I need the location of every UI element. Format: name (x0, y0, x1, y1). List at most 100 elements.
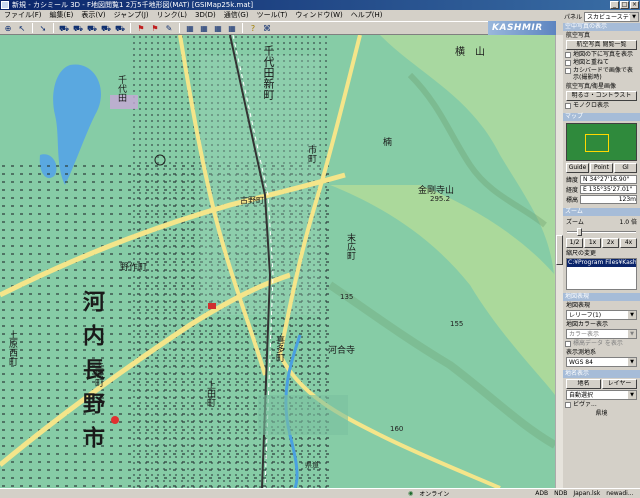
auto-select[interactable]: 自動選択 (566, 390, 637, 400)
map-scrollbar[interactable] (555, 35, 563, 488)
car-icon[interactable]: ⛟ (114, 23, 126, 34)
status-item: ADB (535, 490, 549, 497)
elevation-label: 135 (340, 293, 354, 301)
checkbox-row[interactable]: 地図の下に写真を表示 (565, 51, 638, 58)
minimize-button[interactable]: _ (610, 1, 619, 9)
section-header: 地図表現 (563, 293, 640, 301)
checkbox[interactable] (565, 103, 571, 109)
overview-frame[interactable] (585, 134, 609, 152)
minimap-tab-gl[interactable]: Gl (614, 163, 637, 173)
zoom-2x-button[interactable]: 2x (602, 238, 619, 248)
checkbox[interactable] (565, 341, 571, 347)
checkbox[interactable] (565, 60, 571, 66)
checkbox-label: 地図と重ねて (573, 59, 610, 66)
zoom-value: 1.0 倍 (619, 219, 637, 226)
checkbox-row[interactable]: カシバードで画像で表示(撮影時) (565, 67, 638, 81)
zoom-icon[interactable]: ⊕ (2, 23, 14, 34)
minimap-tab-point[interactable]: Point (590, 163, 613, 173)
title-bar: 新規 - カシミール 3D - F地図閲覧1 2万5千地形図(MAT) [GSI… (0, 0, 640, 10)
zoom-slider-thumb[interactable] (577, 228, 582, 236)
color-select[interactable]: カラー表示 (566, 329, 637, 339)
grid-icon[interactable]: ▦ (212, 23, 224, 34)
scrollbar-thumb[interactable] (556, 235, 563, 265)
overview-map[interactable] (566, 123, 637, 161)
grid-icon[interactable]: ▦ (198, 23, 210, 34)
checkbox[interactable] (565, 52, 571, 58)
checkbox-row[interactable]: モノクロ表示 (565, 102, 638, 109)
map-label: 河合寺 (328, 346, 356, 356)
car-icon[interactable]: ⛟ (86, 23, 98, 34)
section-header: 地名表示 (563, 370, 640, 378)
menu-tools[interactable]: ツール(T) (253, 10, 292, 21)
map-label: 上田町 (205, 380, 215, 407)
grid-icon[interactable]: ▦ (184, 23, 196, 34)
toolbar-separator (179, 23, 180, 33)
checkbox-label: カシバードで画像で表示(撮影時) (573, 67, 633, 81)
map-label: 楠 (383, 138, 393, 148)
toolbar-separator (32, 23, 33, 33)
menu-view[interactable]: 表示(V) (77, 10, 109, 21)
brightness-button[interactable]: 明るさ・コントラスト (566, 91, 637, 101)
checkbox-label: ビヴァ... (573, 401, 597, 408)
zoom-slider[interactable] (567, 228, 636, 236)
air-photo-label: 航空写真 (566, 32, 591, 39)
info-icon[interactable]: ⌘ (261, 23, 273, 34)
menu-window[interactable]: ウィンドウ(W) (291, 10, 346, 21)
marker-icon[interactable]: ⚑ (149, 23, 161, 34)
car-icon[interactable]: ⛟ (58, 23, 70, 34)
air-settings-label: 航空写真/衛星画像 (566, 83, 617, 90)
checkbox[interactable] (565, 402, 571, 408)
menu-bar: ファイル(F) 編集(E) 表示(V) ジャンプ(J) リンク(L) 3D(D)… (0, 10, 640, 21)
close-button[interactable]: × (630, 1, 639, 9)
help-icon[interactable]: ? (247, 23, 259, 34)
pointer-icon[interactable]: ↖ (16, 23, 28, 34)
datum-select[interactable]: WGS 84 (566, 357, 637, 367)
map-label: 上原町 (93, 360, 103, 387)
style-select[interactable]: レリーフ(1) (566, 310, 637, 320)
color-label: 地図カラー表示 (566, 321, 609, 328)
menu-jump[interactable]: ジャンプ(J) (110, 10, 153, 21)
alt-value: 123m (580, 195, 637, 204)
checkbox-row[interactable]: ビヴァ... (565, 401, 638, 408)
back-icon[interactable]: ➘ (37, 23, 49, 34)
map-view[interactable]: 横 山 千代田新町 千代田 楠 市町 古野町 金剛寺山 末広町 野作町 河内長野… (0, 35, 555, 488)
lat-value: N 34°27'16.90" (580, 175, 637, 184)
panel-label: パネル (564, 14, 583, 21)
zoom-4x-button[interactable]: 4x (620, 238, 637, 248)
menu-edit[interactable]: 編集(E) (46, 10, 78, 21)
menu-3d[interactable]: 3D(D) (191, 10, 220, 21)
car-icon[interactable]: ⛟ (100, 23, 112, 34)
map-label: 末広町 (345, 233, 355, 260)
menu-help[interactable]: ヘルプ(H) (347, 10, 387, 21)
path-value: C:¥Program Files¥Kashmir (567, 259, 636, 267)
panel-select[interactable]: スカビューステア (584, 11, 639, 22)
menu-comm[interactable]: 通信(G) (220, 10, 253, 21)
zoom-half-button[interactable]: 1/2 (566, 238, 583, 248)
status-item: Japan.lsk (573, 490, 601, 497)
checkbox[interactable] (565, 68, 571, 74)
car-icon[interactable]: ⛟ (72, 23, 84, 34)
map-label: 古野町 (240, 196, 264, 205)
menu-link[interactable]: リンク(L) (153, 10, 191, 21)
tab-layer[interactable]: レイヤー (602, 379, 637, 389)
brand-logo: KASHMIR 3D (488, 21, 556, 47)
air-photo-list-button[interactable]: 航空写真 閲覧一覧 (566, 40, 637, 50)
map-label: 上原西町 (7, 330, 17, 366)
maximize-button[interactable]: □ (620, 1, 629, 9)
elevation-label: 295.2 (430, 195, 451, 203)
checkbox-row[interactable]: 標高データ を表示 (565, 340, 638, 347)
pencil-icon[interactable]: ✎ (163, 23, 175, 34)
section-header: ズーム (563, 208, 640, 216)
checkbox-row[interactable]: 地図と重ねて (565, 59, 638, 66)
path-box[interactable]: C:¥Program Files¥Kashmir (566, 258, 637, 290)
grid-icon[interactable]: ▦ (226, 23, 238, 34)
datum-label: 表示測地系 (566, 349, 597, 356)
elevation-label: 155 (450, 320, 464, 328)
menu-file[interactable]: ファイル(F) (0, 10, 46, 21)
map-label: 横 (455, 47, 465, 58)
minimap-tab-guide[interactable]: Guide (566, 163, 589, 173)
zoom-1x-button[interactable]: 1x (584, 238, 601, 248)
tab-placename[interactable]: 地名 (566, 379, 601, 389)
path-label: 縮尺の変更 (566, 250, 597, 257)
marker-icon[interactable]: ⚑ (135, 23, 147, 34)
